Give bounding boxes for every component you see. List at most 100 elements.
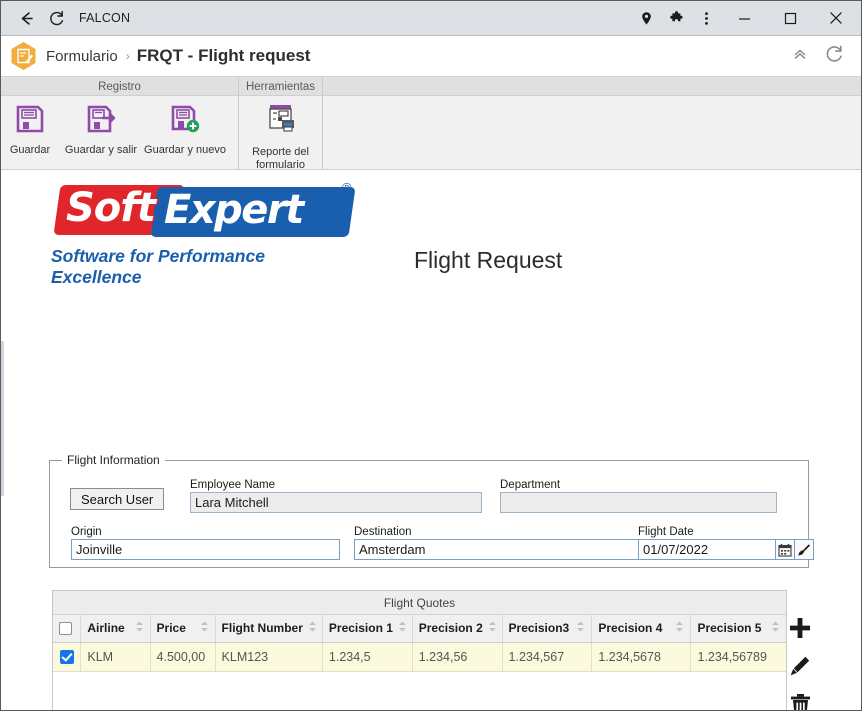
column-header-airline[interactable]: Airline: [80, 615, 151, 643]
softexpert-logo: Soft Expert ® Software for Performance E…: [47, 180, 356, 288]
column-header-precision-5[interactable]: Precision 5: [690, 615, 786, 643]
ribbon-toolbar: Registro Herramientas Guardar Guardar y …: [1, 77, 861, 182]
save-and-exit-icon: [85, 103, 117, 140]
sort-icon[interactable]: [308, 621, 317, 635]
refresh-icon[interactable]: [824, 43, 845, 69]
search-user-button[interactable]: Search User: [70, 488, 165, 510]
flight-quotes-grid: Flight Quotes Airline Price Flight Numbe…: [52, 590, 787, 710]
form-report-print-icon: [263, 103, 299, 142]
row-select-cell[interactable]: [53, 642, 82, 672]
sort-icon[interactable]: [576, 621, 585, 635]
employee-name-input[interactable]: [190, 492, 482, 513]
ribbon-group-herramientas: Reporte del formulario ▼: [239, 96, 323, 182]
breadcrumb: Formulario › FRQT - Flight request: [1, 36, 861, 77]
add-icon[interactable]: [788, 616, 812, 640]
reload-icon[interactable]: [41, 3, 71, 33]
save-button[interactable]: Guardar: [1, 96, 59, 169]
save-and-exit-button[interactable]: Guardar y salir: [59, 96, 143, 169]
department-input[interactable]: [500, 492, 777, 513]
browser-title-bar: FALCON: [1, 1, 861, 36]
page-title: FRQT - Flight request: [136, 46, 311, 65]
origin-input[interactable]: [71, 539, 340, 560]
column-header-precision-3[interactable]: Precision3: [502, 615, 593, 643]
column-header-precision-4[interactable]: Precision 4: [591, 615, 692, 643]
column-header-price[interactable]: Price: [150, 615, 216, 643]
search-user-field: Search User: [70, 488, 165, 510]
delete-trash-icon[interactable]: [788, 692, 812, 710]
ribbon-group-title-registro: Registro: [1, 77, 239, 96]
flight-information-fieldset: Flight Information Search User Employee …: [49, 453, 814, 568]
row-checkbox[interactable]: [59, 649, 74, 664]
breadcrumb-separator: ›: [125, 49, 130, 63]
column-label: Precision 4: [598, 621, 663, 636]
save-and-new-icon: [169, 103, 201, 140]
column-label: Price: [156, 621, 186, 636]
destination-input[interactable]: [354, 539, 642, 560]
minimize-icon[interactable]: [721, 1, 767, 35]
destination-field: Destination: [354, 526, 642, 560]
sort-icon[interactable]: [675, 621, 684, 635]
column-header-flight-number[interactable]: Flight Number: [215, 615, 323, 643]
clear-brush-icon[interactable]: [795, 539, 814, 560]
cell-precision-1: 1.234,5: [322, 642, 413, 672]
cell-flight-number: KLM123: [215, 642, 323, 672]
select-all-cell[interactable]: [53, 615, 82, 643]
flight-date-field: Flight Date: [638, 526, 814, 560]
flight-date-input-group: [638, 539, 814, 560]
table-row[interactable]: KLM 4.500,00 KLM123 1.234,5 1.234,56 1.2…: [53, 642, 786, 672]
grid-side-toolbar: [787, 616, 813, 710]
column-label: Precision 2: [418, 621, 483, 636]
select-all-checkbox[interactable]: [59, 622, 72, 636]
sort-icon[interactable]: [488, 621, 497, 635]
logo-word-expert: Expert: [164, 187, 304, 233]
three-dots-menu-icon[interactable]: [691, 3, 721, 33]
column-label: Airline: [87, 621, 125, 636]
logo-tagline: Software for Performance Excellence: [51, 246, 265, 287]
cell-price: 4.500,00: [150, 642, 216, 672]
calendar-icon[interactable]: [776, 539, 795, 560]
puzzle-piece-icon[interactable]: [661, 3, 691, 33]
application-window: FALCON Formulario › FRQT - Flight reques…: [0, 0, 862, 711]
cell-precision-2: 1.234,56: [412, 642, 503, 672]
employee-name-field: Employee Name: [190, 479, 482, 513]
ribbon-empty-area: [323, 96, 861, 169]
sort-icon[interactable]: [200, 621, 209, 635]
flight-date-label: Flight Date: [638, 526, 694, 538]
softexpert-logo-mark: Soft Expert ®: [47, 180, 356, 244]
department-field: Department: [500, 479, 777, 513]
sort-icon[interactable]: [135, 621, 144, 635]
ribbon-group-title-herramientas: Herramientas: [239, 77, 323, 96]
sort-icon[interactable]: [771, 621, 780, 635]
sort-icon[interactable]: [398, 621, 407, 635]
back-arrow-icon[interactable]: [11, 3, 41, 33]
ribbon-group-title-empty: [323, 77, 861, 96]
form-heading: Flight Request: [414, 247, 563, 273]
logo-row: Soft Expert ® Software for Performance E…: [1, 170, 861, 288]
logo-word-soft: Soft: [66, 185, 156, 231]
cell-precision-5: 1.234,56789: [690, 642, 786, 672]
column-header-precision-1[interactable]: Precision 1: [322, 615, 413, 643]
grid-empty-space: [53, 671, 786, 710]
ribbon-body: Guardar Guardar y salir Guardar y nuevo …: [1, 96, 861, 182]
double-chevron-up-icon[interactable]: [792, 46, 808, 67]
column-header-precision-2[interactable]: Precision 2: [412, 615, 503, 643]
save-and-new-button[interactable]: Guardar y nuevo: [143, 96, 227, 169]
breadcrumb-parent-link[interactable]: Formulario: [46, 48, 118, 65]
column-label: Precision 5: [697, 621, 762, 636]
flight-date-input[interactable]: [638, 539, 776, 560]
flight-information-legend: Flight Information: [62, 453, 165, 467]
logo-registered-mark: ®: [342, 180, 352, 195]
save-and-exit-button-label: Guardar y salir: [64, 144, 138, 156]
save-and-new-button-label: Guardar y nuevo: [144, 144, 226, 156]
location-pin-icon[interactable]: [631, 3, 661, 33]
titlebar-right-controls: [631, 1, 859, 35]
close-icon[interactable]: [813, 1, 859, 35]
edit-pencil-icon[interactable]: [788, 654, 812, 678]
origin-field: Origin: [71, 526, 340, 560]
form-report-button[interactable]: Reporte del formulario ▼: [239, 96, 322, 182]
save-floppy-icon: [14, 103, 46, 140]
column-label: Precision 1: [328, 621, 393, 636]
cell-precision-3: 1.234,567: [502, 642, 593, 672]
employee-name-label: Employee Name: [190, 479, 276, 491]
maximize-icon[interactable]: [767, 1, 813, 35]
